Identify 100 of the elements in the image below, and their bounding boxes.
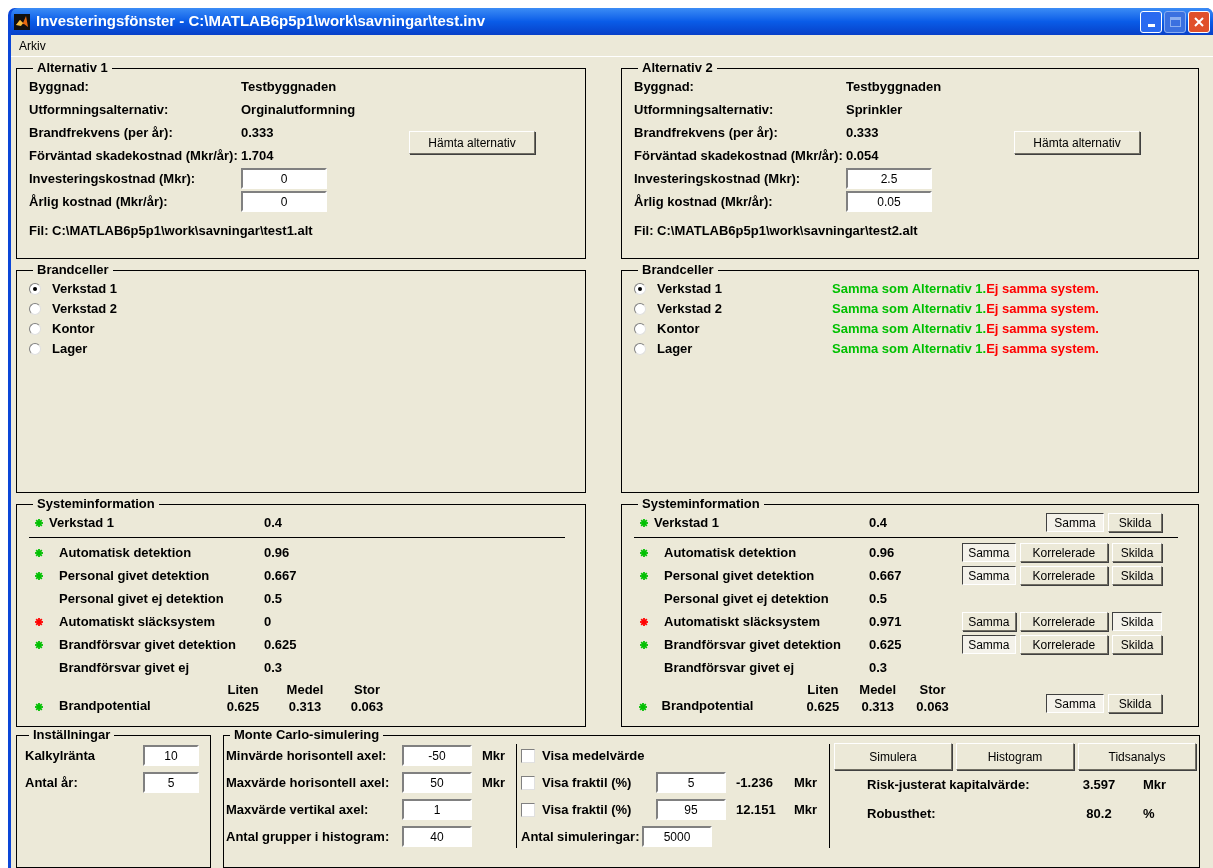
action-button[interactable]: Tidsanalys (1078, 743, 1196, 770)
option-button[interactable]: Skilda (1112, 635, 1162, 654)
system-value: 0.96 (869, 543, 896, 562)
field-value: 0.333 (846, 123, 879, 142)
cell-label: Kontor (657, 320, 701, 339)
column-label: Medel (859, 682, 897, 698)
field-value: 0.333 (241, 123, 274, 142)
system-value: 0.625 (869, 635, 903, 654)
field-label: Utformningsalternativ: (29, 100, 170, 119)
input-field[interactable]: -50 (402, 745, 472, 766)
input-field[interactable]: 50 (402, 772, 472, 793)
system-name: Brandförsvar givet detektion (663, 635, 842, 654)
option-button[interactable]: Korrelerade (1019, 612, 1109, 631)
radio-button[interactable] (29, 323, 41, 335)
option-button[interactable]: Samma (962, 543, 1016, 562)
panel-title: Alternativ 1 (36, 61, 109, 75)
radio-button[interactable] (634, 343, 646, 355)
option-button[interactable]: Samma (962, 566, 1016, 585)
radio-button[interactable] (29, 283, 41, 295)
field-label: Minvärde horisontell axel: (226, 746, 388, 765)
cell-label: Lager (52, 340, 89, 359)
panel-title: Systeminformation (641, 497, 761, 511)
option-button[interactable]: Skilda (1108, 694, 1162, 713)
system-name: Automatisk detektion (58, 543, 193, 562)
option-button[interactable]: Korrelerade (1019, 566, 1109, 585)
system-name: Personal givet detektion (663, 566, 816, 585)
input-field[interactable]: 1 (402, 799, 472, 820)
radio-button[interactable] (634, 323, 646, 335)
minimize-button[interactable] (1140, 10, 1162, 33)
input-field[interactable]: 0 (241, 168, 327, 189)
unit-label: Mkr (1143, 775, 1167, 794)
option-button[interactable]: Skilda (1112, 612, 1162, 631)
input-field[interactable]: 5000 (642, 826, 712, 847)
option-label: Visa fraktil (%) (542, 800, 633, 819)
panel-title: Alternativ 2 (641, 61, 714, 75)
system-value: 0.5 (869, 589, 889, 608)
option-button[interactable]: Korrelerade (1019, 543, 1109, 562)
fetch-button[interactable]: Hämta alternativ (1014, 131, 1140, 154)
file-path: Fil: C:\MATLAB6p5p1\work\savningar\test2.alt (634, 222, 919, 240)
field-value: 1.704 (241, 146, 274, 165)
input-field[interactable]: 5 (143, 772, 199, 793)
input-field[interactable]: 2.5 (846, 168, 932, 189)
system-name: Verkstad 1 (49, 513, 116, 532)
option-button[interactable]: Samma (962, 612, 1016, 631)
field-label: Brandfrekvens (per år): (29, 123, 174, 142)
radio-button[interactable] (29, 343, 41, 355)
system-name: Brandförsvar givet ej (58, 658, 191, 677)
system-name: Brandförsvar givet detektion (58, 635, 237, 654)
system-value: 0.971 (869, 612, 903, 631)
field-label: Investeringskostnad (Mkr): (634, 169, 802, 188)
input-field[interactable]: 0 (241, 191, 327, 212)
input-field[interactable]: 95 (656, 799, 726, 820)
system-name: Personal givet ej detektion (663, 589, 830, 608)
checkbox[interactable] (521, 802, 535, 817)
window-title: Investeringsfönster - C:\MATLAB6p5p1\work\savningar\test.inv (36, 11, 485, 32)
option-button[interactable]: Samma (1046, 694, 1104, 713)
column-label: Medel (286, 682, 324, 698)
system-name: Brandförsvar givet ej (663, 658, 796, 677)
system-name: Personal givet ej detektion (58, 589, 225, 608)
action-button[interactable]: Simulera (834, 743, 952, 770)
radio-button[interactable] (634, 283, 646, 295)
menu-item[interactable]: Arkiv (19, 36, 46, 55)
checkbox[interactable] (521, 748, 535, 763)
close-button[interactable] (1188, 10, 1210, 33)
field-value: Sprinkler (846, 100, 903, 119)
status-text: Samma som Alternativ 1. (832, 300, 987, 319)
system-value: 0.4 (869, 513, 889, 532)
option-button[interactable]: Korrelerade (1019, 635, 1109, 654)
option-button[interactable]: Skilda (1112, 566, 1162, 585)
input-field[interactable]: 40 (402, 826, 472, 847)
field-value: Testbyggnaden (846, 77, 942, 96)
radio-button[interactable] (29, 303, 41, 315)
option-button[interactable]: Skilda (1108, 513, 1162, 532)
option-button[interactable]: Samma (1046, 513, 1104, 532)
maximize-button[interactable] (1164, 10, 1186, 33)
input-field[interactable]: 5 (656, 772, 726, 793)
radio-button[interactable] (634, 303, 646, 315)
field-label: Investeringskostnad (Mkr): (29, 169, 197, 188)
option-button[interactable]: Samma (962, 635, 1016, 654)
field-label: Maxvärde vertikal axel: (226, 800, 370, 819)
field-value: 0.054 (846, 146, 879, 165)
column-label: Liten (227, 682, 259, 698)
system-name: Personal givet detektion (58, 566, 211, 585)
result-value: 80.2 (1085, 804, 1113, 823)
field-label: Årlig kostnad (Mkr/år): (634, 192, 774, 211)
unit-label: % (1143, 804, 1155, 823)
system-value: 0.3 (264, 658, 284, 677)
system-name: Automatisk detektion (663, 543, 798, 562)
system-value: 0.313 (861, 698, 894, 715)
fetch-button[interactable]: Hämta alternativ (409, 131, 535, 154)
checkbox[interactable] (521, 775, 535, 790)
close-icon (1193, 15, 1205, 28)
option-button[interactable]: Skilda (1112, 543, 1162, 562)
field-label: Byggnad: (634, 77, 695, 96)
action-button[interactable]: Histogram (956, 743, 1074, 770)
system-value: 0 (264, 612, 273, 631)
panel-title: Inställningar (32, 728, 112, 742)
input-field[interactable]: 0.05 (846, 191, 932, 212)
field-label: Kalkylränta (25, 746, 97, 765)
input-field[interactable]: 10 (143, 745, 199, 766)
